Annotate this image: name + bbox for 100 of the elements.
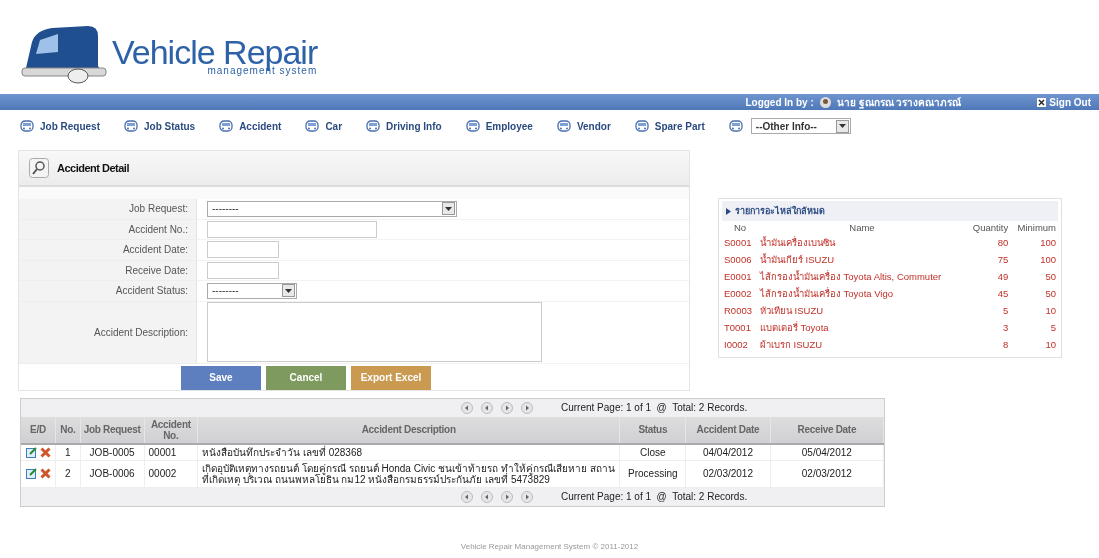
column-header: Status: [619, 416, 686, 444]
caret-icon: [285, 288, 292, 293]
previous-page-icon[interactable]: [481, 490, 493, 503]
last-page-icon[interactable]: [521, 490, 533, 503]
next-page-icon[interactable]: [501, 490, 513, 503]
caret-icon: [838, 124, 846, 128]
column-header: No.: [55, 416, 81, 444]
table-cell-text: 45: [996, 287, 1010, 301]
table-cell-text: 50: [1044, 287, 1057, 301]
table-cell-text: 100: [1039, 236, 1057, 250]
description-field[interactable]: [207, 302, 542, 362]
field-label: Receive Date:: [19, 260, 197, 281]
table-cell: JOB-0006: [80, 460, 145, 487]
column-header: No: [732, 221, 748, 234]
input-field[interactable]: [207, 241, 279, 259]
field-label: Job Request:: [19, 199, 197, 220]
last-page-icon[interactable]: [521, 401, 533, 414]
table-cell-text: E0001: [723, 270, 753, 284]
car-icon: [634, 120, 649, 132]
search-icon: [29, 158, 49, 178]
first-page-icon[interactable]: [461, 490, 473, 503]
column-header: Job Request: [80, 416, 145, 444]
field-label: Accident Date:: [19, 240, 197, 261]
table-cell: 02/03/2012: [685, 460, 771, 487]
dropdown-button[interactable]: [282, 284, 295, 298]
logged-in-label: Logged In by :: [745, 96, 814, 108]
table-cell-text: R0003: [723, 304, 753, 318]
dropdown-button[interactable]: [442, 202, 455, 216]
table-cell-text: T0001: [723, 321, 752, 335]
car-icon: [20, 120, 34, 132]
edit-icon[interactable]: [25, 446, 37, 458]
field-label: Accident Status:: [19, 281, 197, 302]
car-icon: [465, 120, 480, 132]
field-label: Accident No.:: [19, 219, 197, 240]
table-cell: เกิดอุบัติเหตุทางรถยนต์ โดยคู่กรณี รถยนต์ Honda Civic ชนเข้าท้ายรถ ทำให้คู่กรณีเสียหาย สถานที่เกิดเหตุ บริเวณ ถนนพหลโยธิน กม12 หนังสือกรมธรรม์ประกันภัย เลขที่ 5473829: [197, 460, 620, 487]
table-cell-text: แบตเตอรี่ Toyota: [758, 320, 830, 335]
column-header: Quantity: [971, 221, 1010, 234]
nav-link[interactable]: Accident: [219, 120, 282, 132]
select-field[interactable]: --------: [207, 282, 297, 299]
nav-link[interactable]: Car: [305, 120, 343, 132]
table-cell-text: 5: [1049, 321, 1057, 335]
table-cell-text: S0006: [723, 253, 753, 267]
car-icon: [124, 120, 138, 132]
nav-link[interactable]: Vendor: [556, 120, 611, 132]
column-header: E/D: [21, 416, 56, 444]
table-cell-text: ผ้าเบรก ISUZU: [758, 338, 824, 352]
car-icon: [366, 120, 381, 132]
previous-page-icon[interactable]: [481, 401, 493, 414]
input-field[interactable]: [207, 220, 377, 238]
nav-link[interactable]: Job Status: [124, 120, 196, 132]
other-info-select[interactable]: --Other Info--: [750, 118, 851, 134]
table-cell-text: 10: [1044, 304, 1057, 318]
sign-out-link[interactable]: Sign Out: [1037, 96, 1091, 108]
column-header: Minimum: [1016, 221, 1057, 234]
footer-text: Vehicle Repair Management System © 2011-2012: [460, 541, 639, 551]
next-page-icon[interactable]: [501, 401, 513, 414]
table-cell-text: หัวเทียน ISUZU: [758, 304, 825, 318]
field-label: Accident Description:: [19, 301, 197, 364]
table-cell-text: น้ำมันเครื่องเบนซิน: [758, 235, 837, 250]
table-cell-text: 8: [1001, 338, 1010, 352]
panel-title: Accident Detail: [57, 162, 129, 174]
column-header: Accident Date: [685, 416, 771, 444]
user-name: นาย ฐณกรณ วรางคณาภรณ์: [836, 95, 962, 110]
table-cell-text: 10: [1044, 338, 1057, 352]
column-header: Accident No.: [144, 416, 198, 444]
table-cell-text: 80: [996, 236, 1010, 250]
car-icon: [219, 120, 234, 132]
table-cell-text: 3: [1001, 321, 1010, 335]
dropdown-button[interactable]: [835, 119, 849, 133]
triangle-icon: [726, 207, 731, 215]
column-header: Receive Date: [770, 416, 884, 444]
nav-link[interactable]: Spare Part: [634, 120, 705, 132]
delete-icon[interactable]: [39, 468, 51, 479]
table-cell-text: S0001: [723, 236, 753, 250]
column-header: Name: [848, 221, 876, 234]
pager-status: Current Page: 1 of 1 @ Total: 2 Records.: [561, 402, 748, 413]
user-avatar-icon: [819, 96, 831, 108]
close-icon: [1037, 97, 1047, 107]
panel-title: รายการอะไหล่ใกล้หมด: [735, 205, 825, 218]
column-header: Accident Description: [197, 416, 620, 444]
car-icon: [728, 120, 743, 132]
nav-link[interactable]: Job Request: [20, 120, 100, 132]
select-field[interactable]: --------: [207, 200, 457, 217]
table-cell-text: 75: [996, 253, 1010, 267]
table-cell-text: I0002: [723, 338, 749, 352]
car-icon: [556, 120, 571, 132]
input-field[interactable]: [207, 261, 279, 279]
table-cell-text: ไส้กรองน้ำมันเครื่อง Toyota Altis, Commuter: [758, 269, 943, 284]
table-cell-text: 50: [1044, 270, 1057, 284]
table-cell: Processing: [619, 460, 686, 487]
table-cell-text: 49: [996, 270, 1010, 284]
delete-icon[interactable]: [39, 446, 51, 458]
car-icon: [305, 120, 320, 132]
edit-icon[interactable]: [25, 468, 37, 479]
nav-link[interactable]: Driving Info: [366, 120, 442, 132]
nav-link[interactable]: Employee: [465, 120, 533, 132]
table-cell-text: E0002: [723, 287, 753, 301]
first-page-icon[interactable]: [461, 401, 473, 414]
pager-status: Current Page: 1 of 1 @ Total: 2 Records.: [561, 491, 748, 502]
form-button[interactable]: Save: [181, 365, 261, 390]
